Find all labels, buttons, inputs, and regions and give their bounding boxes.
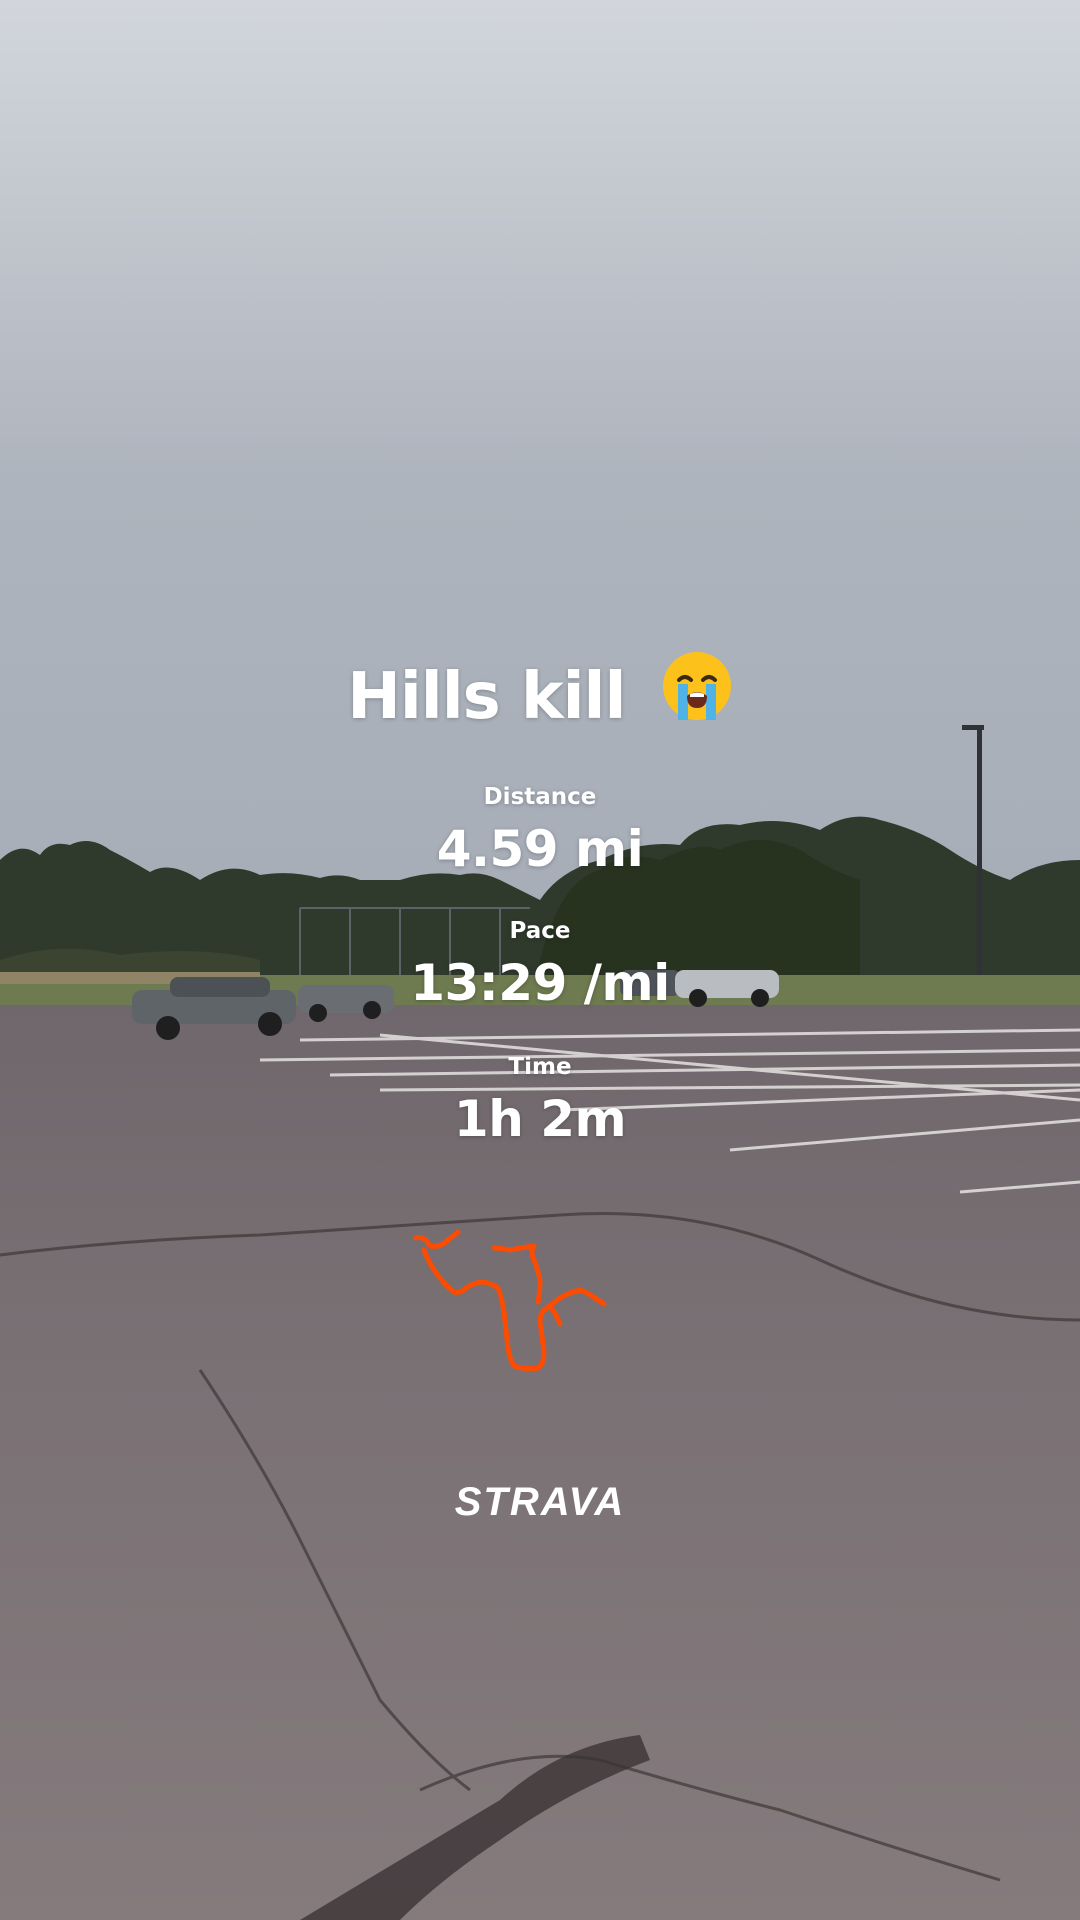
pace-value: 13:29 /mi [410, 954, 670, 1012]
activity-title: Hills kill [0, 652, 1080, 738]
route-map-trace [413, 1229, 607, 1372]
time-value: 1h 2m [453, 1090, 627, 1148]
strava-logo: STRAVA [454, 1480, 626, 1524]
activity-overlay: Hills kill Distance 4.59 mi Pace 13:29 /… [0, 0, 1080, 1920]
distance-value: 4.59 mi [436, 820, 644, 878]
distance-label: Distance [483, 784, 597, 810]
time-label: Time [508, 1054, 572, 1080]
loudly-crying-face-icon [661, 650, 733, 738]
story-canvas: Hills kill Distance 4.59 mi Pace 13:29 /… [0, 0, 1080, 1920]
pace-label: Pace [509, 918, 571, 944]
activity-title-text: Hills kill [347, 660, 626, 734]
